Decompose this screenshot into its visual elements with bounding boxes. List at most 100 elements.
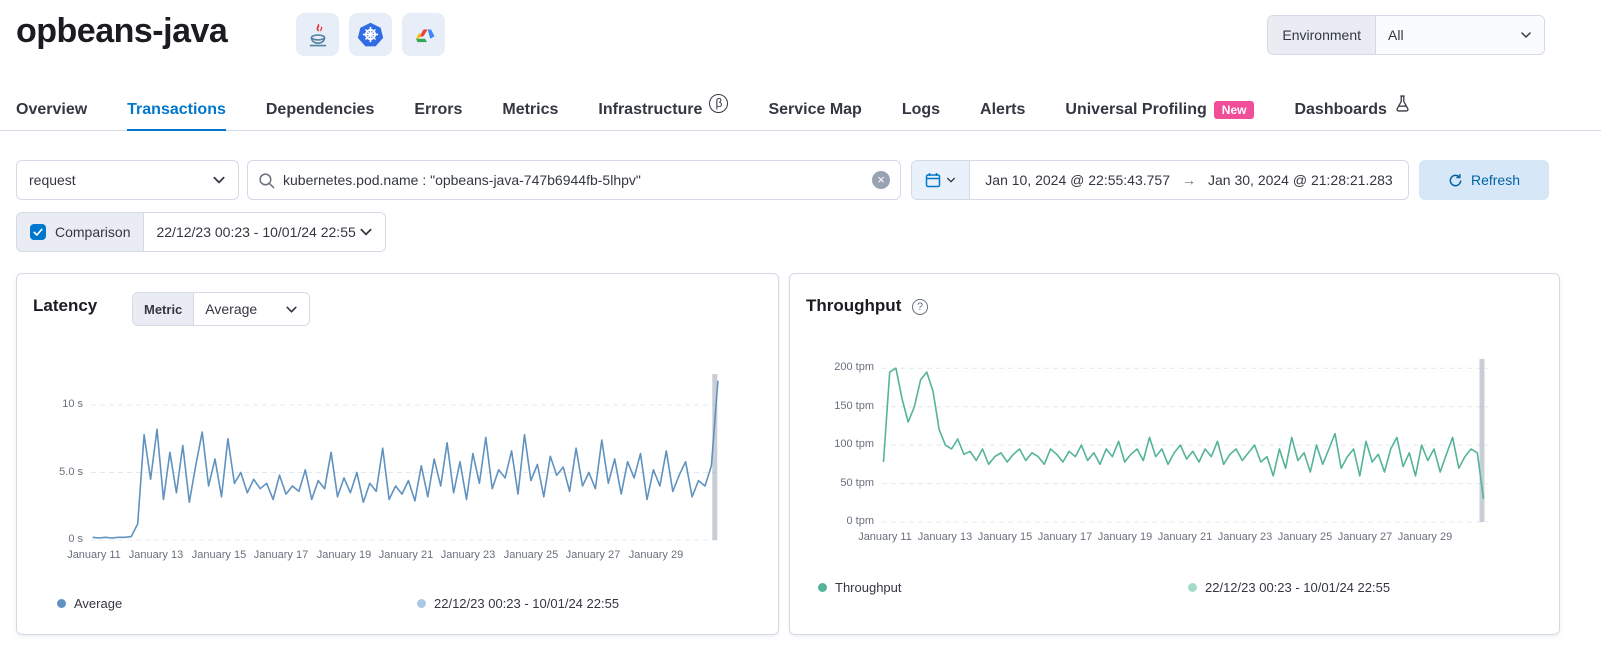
latency-panel: 10 s5.0 s0 sJanuary 11January 13January … <box>16 273 779 635</box>
x-axis-tick: January 15 <box>185 549 253 561</box>
service-tabs: Overview Transactions Dependencies Errors Me… <box>0 90 1601 131</box>
refresh-label: Refresh <box>1471 172 1520 188</box>
x-axis-tick: January 29 <box>622 549 690 561</box>
calendar-icon <box>925 172 941 188</box>
new-badge: New <box>1214 101 1255 119</box>
latency-metric-select[interactable]: Metric Average <box>132 292 310 326</box>
tab-label: Dependencies <box>266 101 374 119</box>
x-axis-tick: January 17 <box>247 549 315 561</box>
tab-transactions[interactable]: Transactions <box>127 90 226 130</box>
tab-errors[interactable]: Errors <box>414 90 462 130</box>
y-axis-tick: 200 tpm <box>814 361 874 373</box>
date-range-picker: Jan 10, 2024 @ 22:55:43.757 → Jan 30, 20… <box>911 160 1409 200</box>
search-icon <box>258 172 275 189</box>
tab-universal-profiling[interactable]: Universal Profiling New <box>1065 90 1254 130</box>
y-axis-tick: 10 s <box>23 398 83 410</box>
comparison-checkbox[interactable]: Comparison <box>17 213 143 251</box>
y-axis-tick: 50 tpm <box>814 477 874 489</box>
x-axis-tick: January 11 <box>60 549 128 561</box>
chevron-down-icon <box>285 303 298 316</box>
x-axis-tick: January 27 <box>559 549 627 561</box>
beta-badge: β <box>709 94 728 113</box>
latency-chart[interactable]: 10 s5.0 s0 sJanuary 11January 13January … <box>17 274 778 634</box>
tab-service-map[interactable]: Service Map <box>768 90 861 130</box>
legend-label: 22/12/23 00:23 - 10/01/24 22:55 <box>1205 580 1390 595</box>
kubernetes-icon <box>349 13 392 56</box>
search-bar: × <box>247 160 901 200</box>
environment-select[interactable]: Environment All <box>1267 15 1545 55</box>
tab-alerts[interactable]: Alerts <box>980 90 1025 130</box>
tab-label: Universal Profiling <box>1065 101 1206 119</box>
y-axis-tick: 100 tpm <box>814 438 874 450</box>
latency-title: Latency <box>33 296 97 316</box>
tab-dependencies[interactable]: Dependencies <box>266 90 374 130</box>
x-axis-tick: January 19 <box>1091 531 1159 543</box>
throughput-legend: Throughput 22/12/23 00:23 - 10/01/24 22:5… <box>790 580 1559 600</box>
environment-label: Environment <box>1268 16 1376 54</box>
transaction-type-value: request <box>29 172 76 188</box>
tab-overview[interactable]: Overview <box>16 90 87 130</box>
comparison-range-value: 22/12/23 00:23 - 10/01/24 22:55 <box>156 224 355 240</box>
x-axis-tick: January 25 <box>1271 531 1339 543</box>
tab-label: Dashboards <box>1294 101 1386 119</box>
clear-search-icon[interactable]: × <box>872 171 890 189</box>
environment-value: All <box>1388 27 1404 43</box>
metric-value: Average <box>205 301 257 317</box>
checkbox-checked-icon <box>30 224 46 240</box>
tab-label: Alerts <box>980 101 1025 119</box>
chevron-down-icon <box>212 173 226 187</box>
x-axis-tick: January 17 <box>1031 531 1099 543</box>
x-axis-tick: January 19 <box>310 549 378 561</box>
transaction-type-select[interactable]: request <box>16 160 239 200</box>
x-axis-tick: January 13 <box>122 549 190 561</box>
tab-dashboards[interactable]: Dashboards <box>1294 90 1410 130</box>
calendar-menu-button[interactable] <box>912 161 970 199</box>
tab-label: Overview <box>16 101 87 119</box>
legend-item[interactable]: 22/12/23 00:23 - 10/01/24 22:55 <box>1188 580 1390 595</box>
x-axis-tick: January 25 <box>497 549 565 561</box>
x-axis-tick: January 23 <box>1211 531 1279 543</box>
comparison-range-select[interactable]: 22/12/23 00:23 - 10/01/24 22:55 <box>143 213 385 251</box>
legend-item[interactable]: Throughput <box>818 580 902 595</box>
legend-item[interactable]: Average <box>57 596 122 611</box>
legend-label: 22/12/23 00:23 - 10/01/24 22:55 <box>434 596 619 611</box>
chevron-down-icon <box>946 175 956 185</box>
legend-label: Throughput <box>835 580 902 595</box>
x-axis-tick: January 21 <box>1151 531 1219 543</box>
end-date[interactable]: Jan 30, 2024 @ 21:28:21.283 <box>1208 172 1393 188</box>
x-axis-tick: January 27 <box>1331 531 1399 543</box>
y-axis-tick: 150 tpm <box>814 400 874 412</box>
latency-legend: Average 22/12/23 00:23 - 10/01/24 22:55 <box>17 596 778 616</box>
tab-infrastructure[interactable]: Infrastructure β <box>598 90 728 130</box>
x-axis-tick: January 23 <box>434 549 502 561</box>
legend-item[interactable]: 22/12/23 00:23 - 10/01/24 22:55 <box>417 596 619 611</box>
legend-dot <box>1188 583 1197 592</box>
metric-label: Metric <box>133 293 194 325</box>
tab-label: Service Map <box>768 101 861 119</box>
throughput-title: Throughput <box>806 296 901 316</box>
x-axis-tick: January 29 <box>1391 531 1459 543</box>
throughput-panel: 200 tpm150 tpm100 tpm50 tpm0 tpmJanuary … <box>789 273 1560 635</box>
legend-dot <box>818 583 827 592</box>
comparison-control: Comparison 22/12/23 00:23 - 10/01/24 22:… <box>16 212 386 252</box>
y-axis-tick: 0 s <box>23 533 83 545</box>
tab-label: Transactions <box>127 101 226 119</box>
y-axis-tick: 5.0 s <box>23 466 83 478</box>
tab-metrics[interactable]: Metrics <box>502 90 558 130</box>
chevron-down-icon <box>1520 29 1532 41</box>
beaker-icon <box>1394 95 1411 112</box>
legend-dot <box>57 599 66 608</box>
arrow-right-icon: → <box>1182 172 1196 188</box>
page-title: opbeans-java <box>16 12 227 51</box>
start-date[interactable]: Jan 10, 2024 @ 22:55:43.757 <box>985 172 1170 188</box>
refresh-button[interactable]: Refresh <box>1419 160 1549 200</box>
x-axis-tick: January 15 <box>971 531 1039 543</box>
legend-dot <box>417 599 426 608</box>
search-input[interactable] <box>283 172 864 188</box>
help-icon[interactable]: ? <box>912 299 928 315</box>
tab-label: Infrastructure <box>598 101 702 119</box>
refresh-icon <box>1448 173 1463 188</box>
x-axis-tick: January 21 <box>372 549 440 561</box>
tab-logs[interactable]: Logs <box>902 90 940 130</box>
tab-label: Errors <box>414 101 462 119</box>
